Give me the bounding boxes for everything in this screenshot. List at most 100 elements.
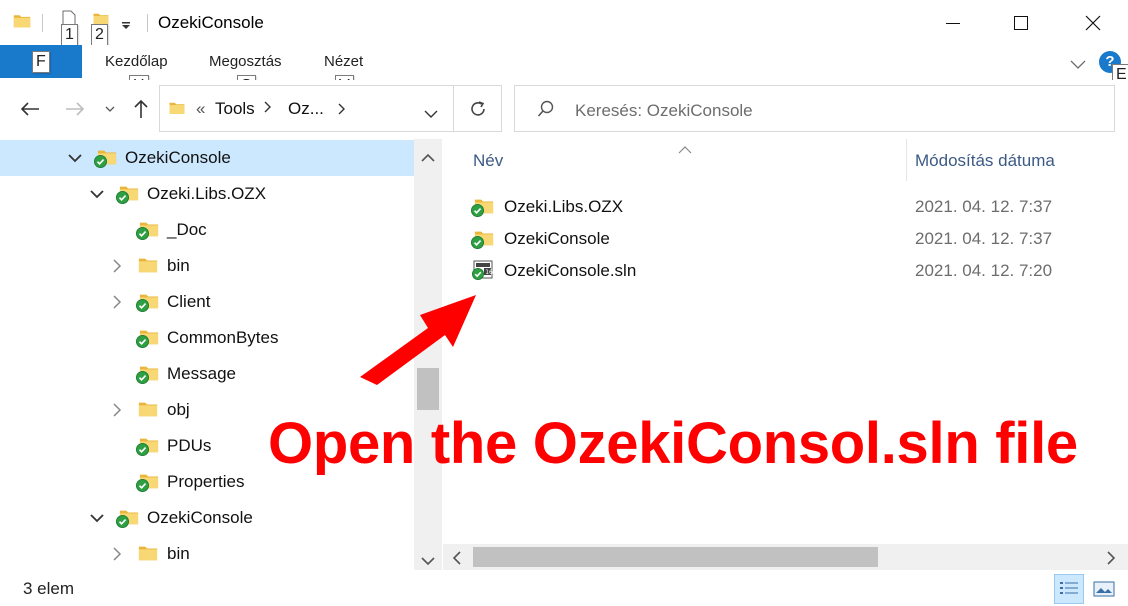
column-divider[interactable] [906,139,907,181]
file-row[interactable]: OzekiConsole 2021. 04. 12. 7:37 [443,223,1128,255]
navigation-bar: « Tools Oz... Keresés: OzekiConsole [0,80,1128,138]
synced-folder-icon [94,147,118,169]
breadcrumb-separator-icon[interactable] [264,100,272,117]
keytip-file: F [32,51,50,73]
scroll-left-icon[interactable] [452,550,461,570]
file-row[interactable]: Ozeki.Libs.OZX 2021. 04. 12. 7:37 [443,191,1128,223]
maximize-icon [1014,15,1028,30]
column-header-name[interactable]: Név [473,151,503,171]
large-icons-view-icon [1093,581,1115,597]
file-list[interactable]: Név Módosítás dátuma Ozeki.Libs.OZX 2021.… [443,139,1128,570]
file-list-horizontal-scrollbar[interactable] [443,544,1128,570]
chevron-right-icon[interactable] [109,400,125,420]
recent-locations-button[interactable] [97,96,123,122]
search-icon [537,100,555,123]
details-view-button[interactable] [1054,574,1084,604]
red-arrow-annotation [360,295,476,385]
minimize-button[interactable] [918,0,988,45]
address-bar[interactable]: « Tools Oz... [159,85,454,132]
file-name: Ozeki.Libs.OZX [504,197,624,216]
back-button[interactable] [17,96,43,122]
search-box[interactable]: Keresés: OzekiConsole [514,85,1115,132]
folder-icon [136,399,160,421]
address-history-icon[interactable] [424,104,438,124]
up-button[interactable] [128,96,154,122]
breadcrumb-separator-icon[interactable] [338,100,346,120]
tree-item-label: _Doc [167,220,207,239]
tab-file[interactable]: F [0,45,82,78]
large-icons-view-button[interactable] [1089,574,1119,604]
synced-folder-icon [471,228,495,250]
file-name: OzekiConsole [504,229,610,248]
tree-item-label: OzekiConsole [147,508,253,527]
tree-item[interactable]: Ozeki.Libs.OZX [0,176,414,212]
tree-item[interactable]: bin [0,248,414,284]
breadcrumb-tools[interactable]: Tools [215,99,255,119]
file-name: OzekiConsole.sln [504,261,637,280]
synced-folder-icon [136,327,160,349]
search-input[interactable]: Keresés: OzekiConsole [575,101,753,121]
column-header-date[interactable]: Módosítás dátuma [915,151,1055,171]
forward-arrow-icon [66,102,85,116]
expand-ribbon-icon[interactable] [1070,55,1086,75]
chevron-down-icon[interactable] [67,148,83,168]
up-arrow-icon [134,99,148,118]
synced-folder-icon [116,183,140,205]
synced-folder-icon [136,219,160,241]
title-bar: 1 2 OzekiConsole [0,0,1128,46]
chevron-right-icon[interactable] [109,292,125,312]
close-icon [1085,15,1101,30]
file-modified-date: 2021. 04. 12. 7:37 [915,197,1053,216]
tab-home[interactable]: Kezdőlap [105,53,168,70]
back-arrow-icon [20,102,39,116]
customize-toolbar-icon[interactable] [120,16,140,38]
status-bar: 3 elem [0,572,1128,606]
synced-folder-icon [471,196,495,218]
chevron-down-icon[interactable] [89,184,105,204]
close-button[interactable] [1058,0,1128,45]
chevron-down-icon [105,106,115,112]
details-view-icon [1060,582,1078,594]
tab-share[interactable]: Megosztás [209,53,282,70]
item-count: 3 elem [23,579,75,598]
toolbar-separator [42,14,43,32]
file-modified-date: 2021. 04. 12. 7:20 [915,261,1053,280]
synced-folder-icon [136,435,160,457]
keytip-1: 1 [61,24,78,46]
chevron-right-icon[interactable] [109,256,125,276]
scroll-right-icon[interactable] [1107,550,1116,570]
scrollbar-thumb[interactable] [473,547,878,567]
tree-item[interactable]: OzekiConsole [0,500,414,536]
refresh-button[interactable] [454,85,502,132]
tree-item-label: Message [167,364,236,383]
tree-item[interactable]: _Doc [0,212,414,248]
scroll-down-icon[interactable] [421,551,435,571]
maximize-button[interactable] [986,0,1056,45]
refresh-icon [470,100,485,116]
tab-view[interactable]: Nézet [324,53,363,70]
synced-folder-icon [116,507,140,529]
overflow-chevron-icon[interactable]: « [196,99,205,119]
forward-button[interactable] [62,96,88,122]
synced-folder-icon [136,291,160,313]
scroll-up-icon[interactable] [421,147,435,167]
tree-item-label: bin [167,544,190,563]
tree-item-label: OzekiConsole [125,148,231,167]
chevron-down-icon[interactable] [89,508,105,528]
tree-item-label: CommonBytes [167,328,279,347]
ribbon: F Kezdőlap H Megosztás S Nézet V ? E [0,45,1128,97]
file-row[interactable]: 16 OzekiConsole.sln 2021. 04. 12. 7:20 [443,255,1128,287]
folder-icon [136,543,160,565]
tree-item[interactable]: bin [0,536,414,570]
chevron-right-icon[interactable] [109,544,125,564]
svg-text:16: 16 [485,269,493,276]
file-modified-date: 2021. 04. 12. 7:37 [915,229,1053,248]
tree-item-label: Ozeki.Libs.OZX [147,184,267,203]
folder-icon [136,255,160,277]
toolbar-separator [147,14,148,32]
synced-folder-icon [136,363,160,385]
tree-item[interactable]: OzekiConsole [0,140,414,176]
folder-icon [12,12,32,35]
tree-item-label: bin [167,256,190,275]
breadcrumb-ozekiconsole[interactable]: Oz... [288,99,324,119]
